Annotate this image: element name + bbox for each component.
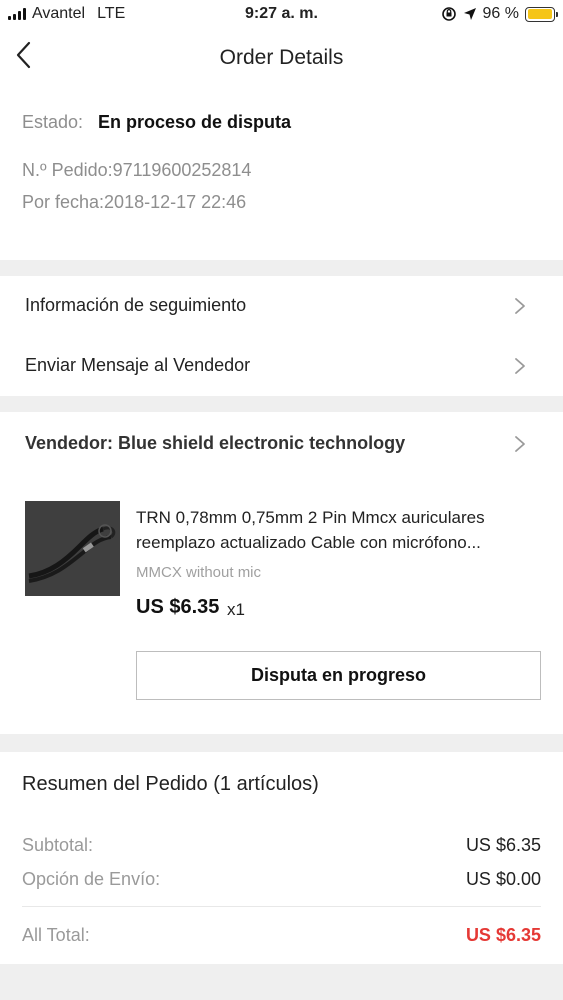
subtotal-label: Subtotal: [22, 835, 94, 855]
product-title-line: reemplazo actualizado Cable con micrófon… [136, 533, 481, 552]
total-label: All Total: [22, 925, 90, 945]
dispute-in-progress-button[interactable]: Disputa en progreso [136, 651, 541, 700]
chevron-right-icon [515, 358, 525, 374]
nav-bar: Order Details [0, 30, 563, 85]
total-value: US $6.35 [465, 925, 541, 945]
estado-label: Estado: [22, 112, 84, 132]
status-bar: Avantel LTE 9:27 a. m. 96 % [0, 0, 563, 30]
shipping-label: Opción de Envío: [22, 869, 161, 889]
orientation-lock-icon [441, 7, 456, 21]
cable-image [25, 501, 120, 596]
shipping-value: US $0.00 [465, 869, 541, 889]
message-seller-row[interactable]: Enviar Mensaje al Vendedor [0, 336, 563, 396]
subtotal-value: US $6.35 [465, 835, 541, 855]
product-variant: MMCX without mic [136, 564, 262, 581]
status-right: 96 % [441, 5, 558, 23]
estado-value: En proceso de disputa [98, 112, 292, 132]
location-arrow-icon [463, 8, 476, 20]
summary-title: Resumen del Pedido (1 artículos) [22, 773, 319, 795]
chevron-right-icon [515, 298, 525, 314]
product-quantity: x1 [227, 600, 245, 619]
product-title[interactable]: TRN 0,78mm 0,75mm 2 Pin Mmcx auriculares… [136, 505, 546, 555]
seller-name: Vendedor: Blue shield electronic technol… [25, 433, 406, 453]
battery-level-fill [527, 9, 552, 19]
page-title: Order Details [219, 46, 344, 69]
order-date: Por fecha:2018-12-17 22:46 [22, 192, 247, 212]
message-seller-label: Enviar Mensaje al Vendedor [25, 355, 251, 375]
product-image[interactable] [25, 501, 120, 596]
battery-icon [525, 6, 558, 22]
summary-divider [22, 906, 541, 907]
tracking-info-row[interactable]: Información de seguimiento [0, 276, 563, 336]
order-number: N.º Pedido:97119600252814 [22, 160, 252, 180]
product-title-line: TRN 0,78mm 0,75mm 2 Pin Mmcx auriculares [136, 508, 485, 527]
battery-percent: 96 % [482, 5, 519, 22]
product-price: US $6.35 [136, 596, 220, 618]
chevron-right-icon [515, 436, 525, 452]
tracking-info-label: Información de seguimiento [25, 295, 247, 315]
